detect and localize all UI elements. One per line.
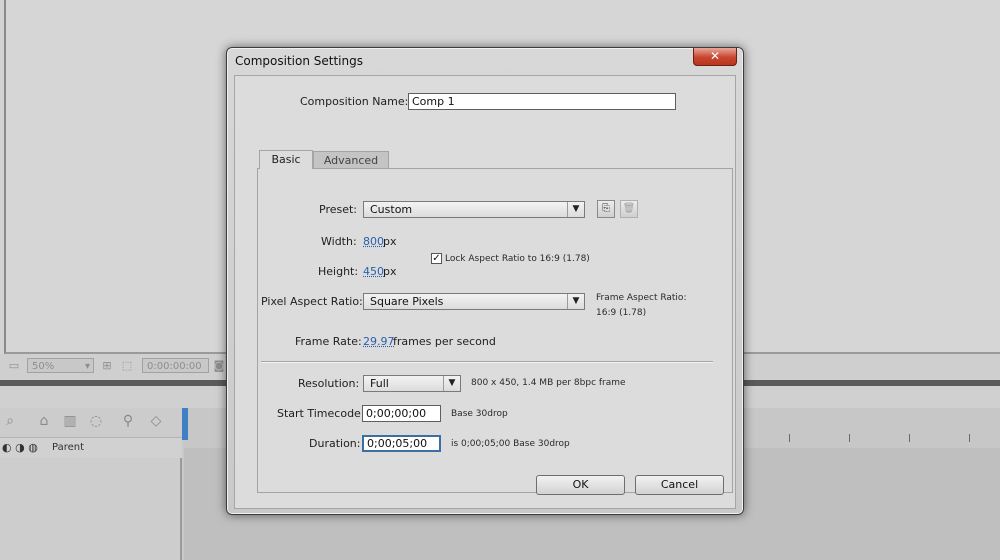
zoom-dropdown[interactable]: 50% ▾	[27, 358, 94, 373]
playhead[interactable]	[182, 408, 188, 440]
composition-settings-dialog: Composition Settings ✕ Composition Name:…	[226, 47, 744, 515]
frame-rate-label: Frame Rate:	[295, 335, 362, 348]
delete-preset-button[interactable]: 🗑	[620, 200, 638, 218]
width-value[interactable]: 800	[363, 235, 384, 248]
pixel-aspect-value: Square Pixels	[370, 295, 444, 308]
region-icon[interactable]: ⬚	[120, 359, 134, 372]
zoom-value: 50%	[32, 361, 55, 372]
graph-editor-icon[interactable]: ⚲	[118, 412, 138, 430]
brainstorm-icon[interactable]: ◇	[146, 412, 166, 430]
pixel-aspect-label: Pixel Aspect Ratio:	[261, 295, 363, 308]
preset-dropdown[interactable]: Custom ▼	[363, 201, 585, 218]
height-unit: px	[383, 265, 397, 278]
frame-aspect-value: 16:9 (1.78)	[596, 308, 647, 318]
chevron-down-icon: ▼	[443, 376, 460, 391]
tab-basic[interactable]: Basic	[259, 150, 313, 169]
tab-advanced[interactable]: Advanced	[313, 151, 389, 169]
chevron-down-icon: ▼	[567, 202, 584, 217]
section-separator	[261, 361, 713, 363]
parent-column-label: Parent	[52, 442, 85, 453]
dialog-title: Composition Settings	[235, 54, 363, 68]
save-preset-button[interactable]: ⎘	[597, 200, 615, 218]
duration-input[interactable]: 0;00;05;00	[362, 435, 441, 452]
height-value[interactable]: 450	[363, 265, 384, 278]
height-label: Height:	[318, 265, 359, 278]
chevron-down-icon: ▼	[567, 294, 584, 309]
ruler-tick	[909, 434, 910, 442]
preset-label: Preset:	[319, 203, 358, 216]
trash-icon: 🗑	[622, 203, 636, 214]
close-icon: ✕	[709, 49, 721, 63]
start-timecode-label: Start Timecode:	[277, 407, 365, 420]
ruler-tick	[969, 434, 970, 442]
current-time-field[interactable]: 0:00:00:00	[142, 358, 209, 373]
start-timecode-base: Base 30drop	[451, 409, 508, 419]
current-time-value: 0:00:00:00	[147, 361, 202, 372]
cancel-button[interactable]: Cancel	[635, 475, 724, 495]
draft-3d-icon[interactable]: ⌂	[34, 412, 54, 430]
frame-aspect-label: Frame Aspect Ratio:	[596, 293, 687, 303]
close-button[interactable]: ✕	[693, 48, 737, 66]
motion-blur-icon[interactable]: ◌	[86, 412, 106, 430]
ruler-tick	[789, 434, 790, 442]
composition-name-label: Composition Name:	[300, 95, 409, 108]
preset-value: Custom	[370, 203, 413, 216]
duration-label: Duration:	[309, 437, 361, 450]
resolution-info: 800 x 450, 1.4 MB per 8bpc frame	[471, 378, 626, 388]
chevron-down-icon: ▾	[84, 361, 90, 372]
width-label: Width:	[321, 235, 357, 248]
lock-aspect-checkbox[interactable]: ✓	[431, 253, 442, 264]
resolution-dropdown[interactable]: Full ▼	[363, 375, 461, 392]
composition-name-input[interactable]: Comp 1	[408, 93, 676, 110]
pixel-aspect-dropdown[interactable]: Square Pixels ▼	[363, 293, 585, 310]
dialog-body: Composition Name: Comp 1 Basic Advanced …	[234, 75, 736, 509]
frame-blending-icon[interactable]: ▥	[60, 412, 80, 430]
layer-switch-icons[interactable]: ◐ ◑ ◍	[2, 441, 38, 454]
width-unit: px	[383, 235, 397, 248]
grid-icon[interactable]: ⊞	[100, 359, 114, 372]
search-icon[interactable]: ⌕	[0, 412, 20, 430]
monitor-icon[interactable]: ▭	[7, 359, 21, 372]
frame-rate-value[interactable]: 29.97	[363, 335, 395, 348]
layer-list	[0, 458, 182, 560]
ok-button[interactable]: OK	[536, 475, 625, 495]
duration-info: is 0;00;05;00 Base 30drop	[451, 439, 570, 449]
frame-rate-unit: frames per second	[393, 335, 496, 348]
lock-aspect-label: Lock Aspect Ratio to 16:9 (1.78)	[445, 254, 590, 264]
start-timecode-input[interactable]: 0;00;00;00	[362, 405, 441, 422]
resolution-label: Resolution:	[298, 377, 360, 390]
resolution-value: Full	[370, 377, 389, 390]
ruler-tick	[849, 434, 850, 442]
save-preset-icon: ⎘	[602, 203, 610, 214]
camera-icon[interactable]: ◙	[212, 359, 226, 372]
